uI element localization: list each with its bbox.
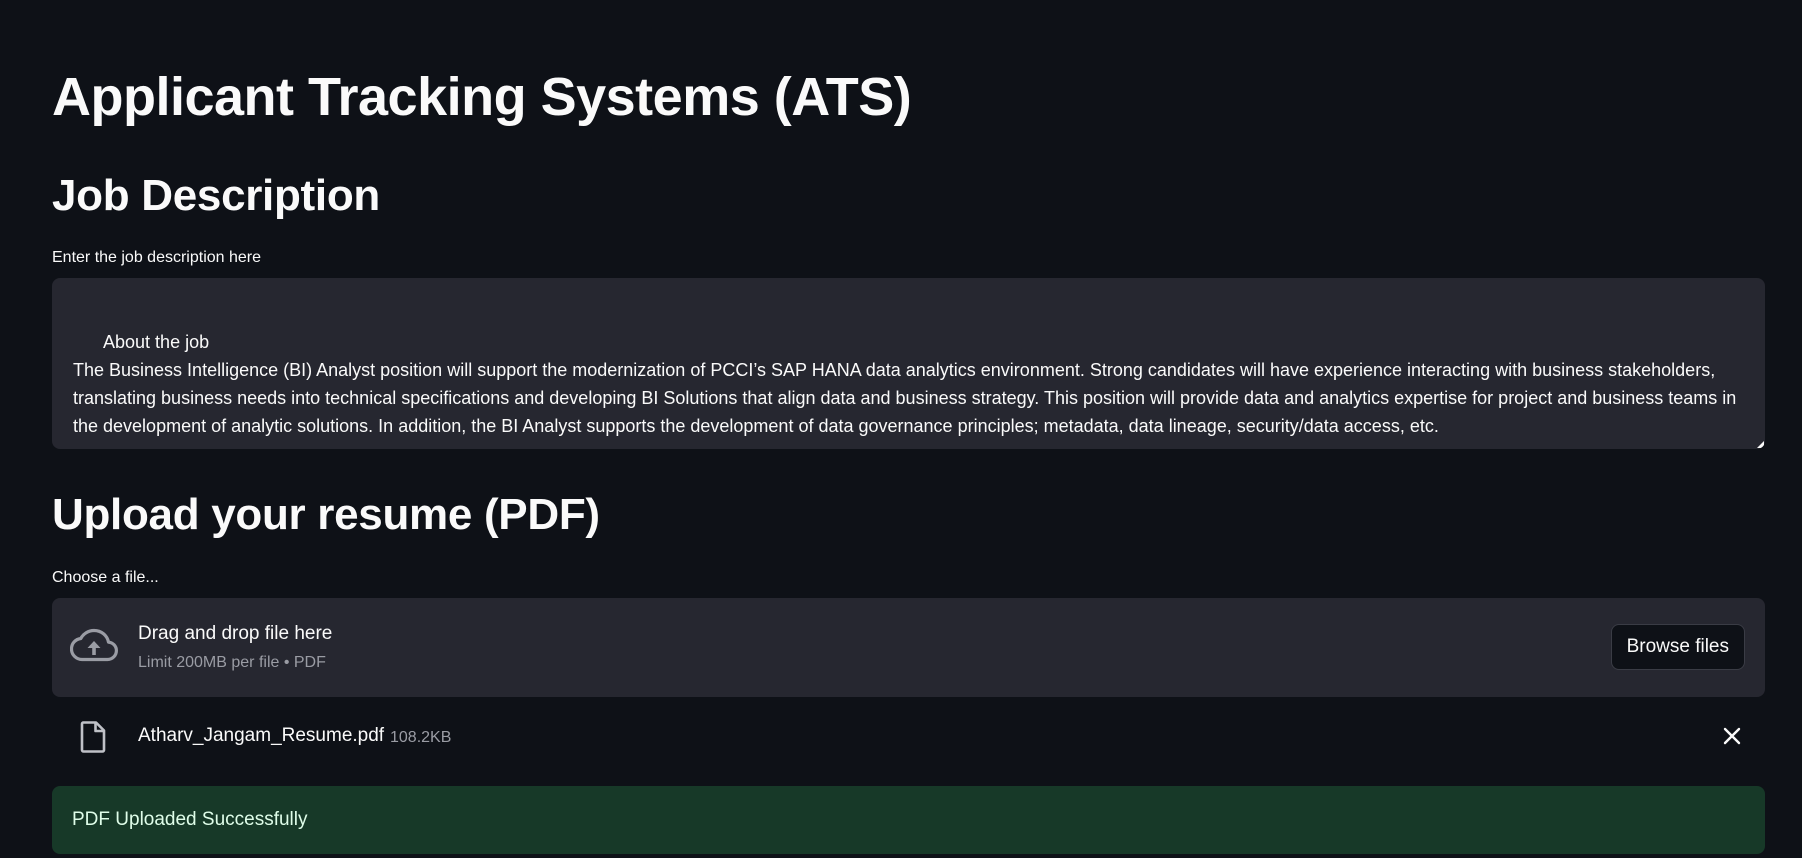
job-description-textarea[interactable]: About the job The Business Intelligence …: [52, 278, 1765, 449]
file-uploader-label: Choose a file...: [52, 569, 159, 586]
page-title: Applicant Tracking Systems (ATS): [52, 67, 912, 127]
job-description-label: Enter the job description here: [52, 249, 262, 266]
file-icon: [80, 721, 106, 753]
uploaded-file-row: Atharv_Jangam_Resume.pdf 108.2KB: [52, 714, 1765, 758]
upload-resume-heading: Upload your resume (PDF): [52, 490, 600, 539]
upload-success-alert: PDF Uploaded Successfully: [52, 786, 1765, 854]
dropzone-title: Drag and drop file here: [138, 623, 333, 644]
job-description-heading: Job Description: [52, 171, 380, 220]
job-description-text: About the job The Business Intelligence …: [73, 332, 1737, 436]
close-icon[interactable]: [1721, 725, 1743, 747]
uploaded-file-name: Atharv_Jangam_Resume.pdf: [138, 725, 385, 746]
file-dropzone[interactable]: Drag and drop file here Limit 200MB per …: [52, 598, 1765, 697]
browse-files-button[interactable]: Browse files: [1610, 624, 1745, 670]
dropzone-limits: Limit 200MB per file • PDF: [138, 654, 326, 671]
app-page: Applicant Tracking Systems (ATS) Job Des…: [0, 0, 1802, 858]
cloud-upload-icon: [70, 628, 118, 662]
uploaded-file-size: 108.2KB: [390, 729, 452, 746]
resize-handle[interactable]: [1757, 441, 1764, 448]
